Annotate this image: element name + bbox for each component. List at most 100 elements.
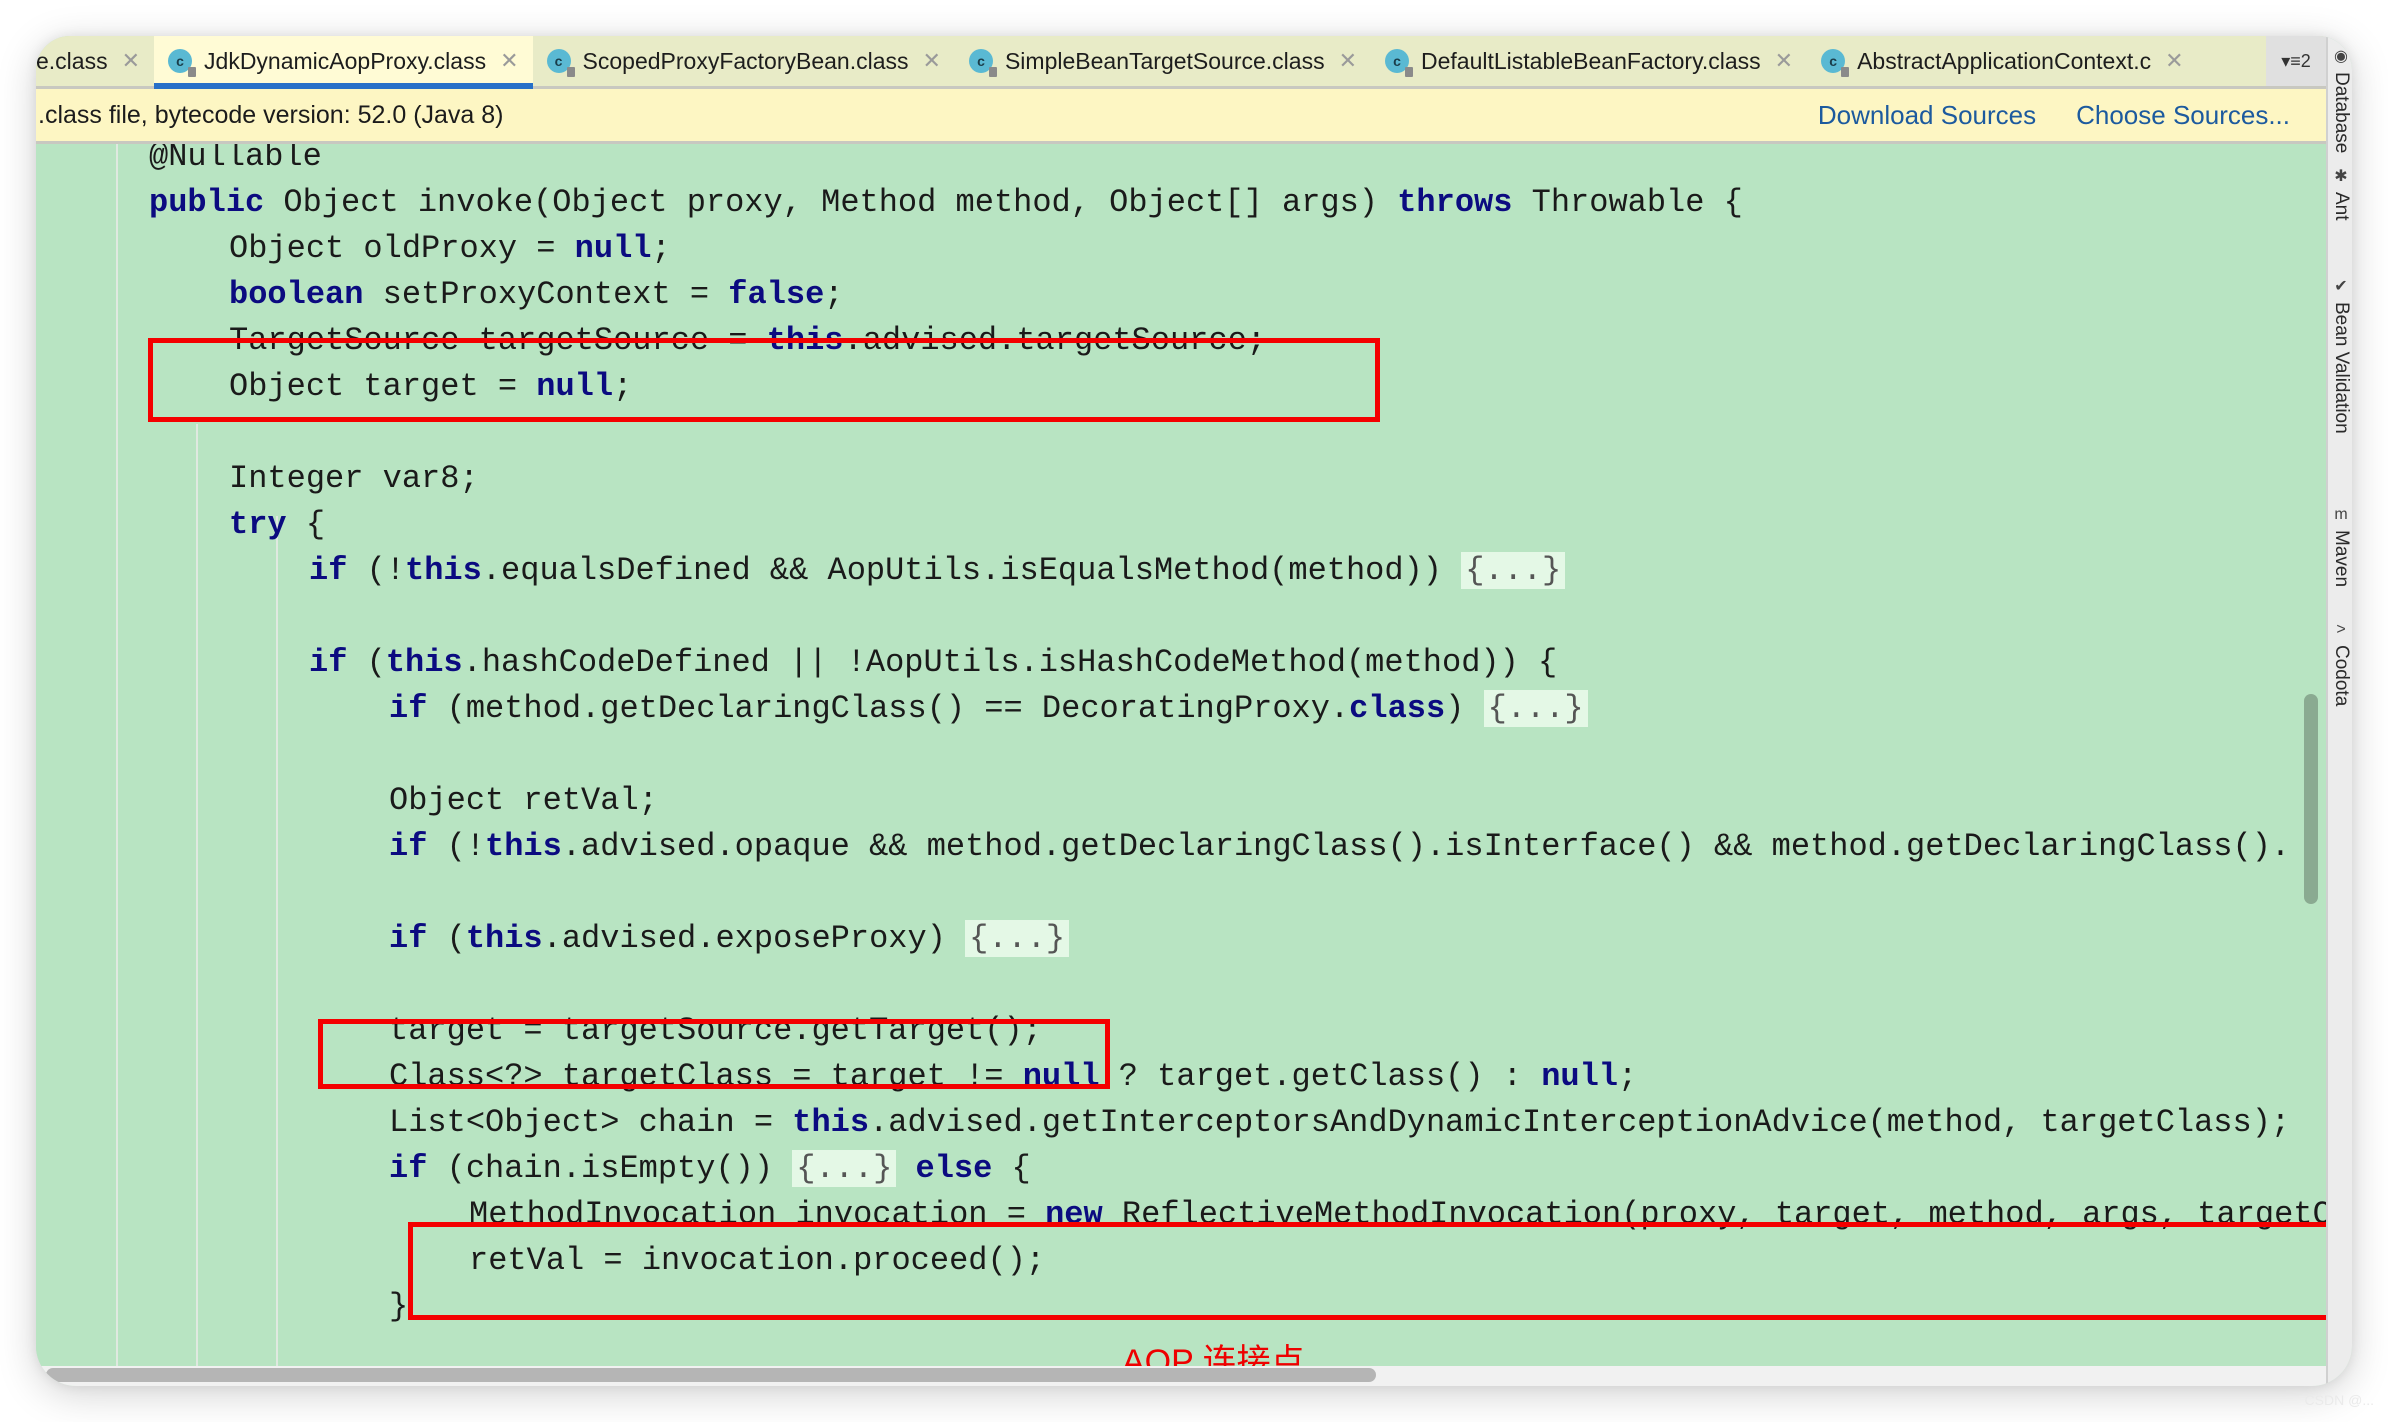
class-icon: c — [1821, 49, 1850, 77]
code-token: } — [389, 1288, 409, 1325]
class-icon: c — [968, 49, 997, 77]
close-icon[interactable]: ✕ — [122, 48, 140, 74]
choose-sources-link[interactable]: Choose Sources... — [2076, 100, 2290, 131]
code-line[interactable]: try { — [229, 502, 325, 548]
close-icon[interactable]: ✕ — [1339, 48, 1357, 74]
code-line[interactable]: public Object invoke(Object proxy, Metho… — [149, 180, 1743, 226]
tab-overflow-button[interactable]: ▾≡2 — [2266, 36, 2326, 86]
codota-icon: > — [2336, 621, 2346, 638]
code-token: ; — [651, 230, 671, 267]
tool-window-label: Maven — [2331, 530, 2352, 588]
code-token: .advised.opaque && method.getDeclaringCl… — [561, 828, 2291, 865]
code-token: (! — [427, 828, 486, 865]
editor-tab[interactable]: c AbstractApplicationContext.c ✕ — [1807, 36, 2197, 86]
horizontal-scrollbar-thumb[interactable] — [46, 1368, 1376, 1382]
code-editor[interactable]: @Nullable public Object invoke(Object pro… — [36, 144, 2326, 1366]
code-line[interactable]: Object retVal; — [389, 778, 658, 824]
right-tool-window-bar: ◉ Database ✱ Ant ✔ Bean Validation m Maven > Codo… — [2326, 36, 2352, 1386]
aop-joinpoint-caption: AOP 连接点 — [1122, 1343, 1305, 1366]
ant-icon: ✱ — [2334, 168, 2348, 185]
code-line[interactable]: if (method.getDeclaringClass() == Decora… — [389, 686, 1588, 732]
keyword-token: this — [385, 644, 463, 681]
code-line[interactable]: Object oldProxy = null; — [229, 226, 671, 272]
code-token: ) — [1445, 690, 1484, 727]
keyword-token: if — [389, 828, 428, 865]
maven-icon: m — [2334, 506, 2348, 523]
code-token: Integer var8; — [229, 460, 479, 497]
tool-window-label: Codota — [2331, 645, 2352, 707]
code-token: ( — [347, 644, 386, 681]
code-token: { — [286, 506, 326, 543]
tool-window-maven[interactable]: m Maven — [2328, 506, 2352, 587]
download-sources-link[interactable]: Download Sources — [1818, 100, 2036, 131]
code-line[interactable]: @Nullable — [149, 144, 322, 180]
keyword-token: boolean — [229, 276, 364, 313]
code-token: (chain.isEmpty()) — [427, 1150, 793, 1187]
vertical-scrollbar-thumb[interactable] — [2304, 694, 2318, 904]
tool-window-database[interactable]: ◉ Database — [2328, 46, 2352, 153]
code-line[interactable]: if (!this.advised.opaque && method.getDe… — [389, 824, 2290, 870]
code-line[interactable]: } — [389, 1284, 408, 1330]
editor-tab[interactable]: c JdkDynamicAopProxy.class ✕ — [154, 36, 533, 89]
code-token: @Nullable — [149, 144, 322, 175]
keyword-token: this — [792, 1104, 870, 1141]
editor-tab[interactable]: c DefaultListableBeanFactory.class ✕ — [1371, 36, 1807, 86]
code-token: Object oldProxy = — [229, 230, 575, 267]
code-token: List<Object> chain = — [389, 1104, 793, 1141]
code-line[interactable]: if (this.hashCodeDefined || !AopUtils.is… — [309, 640, 1557, 686]
folded-code-block[interactable]: {...} — [965, 920, 1070, 957]
code-token: Object retVal; — [389, 782, 658, 819]
tab-label: SimpleBeanTargetSource.class — [1004, 47, 1325, 74]
close-icon[interactable]: ✕ — [1775, 48, 1793, 74]
editor-tab-bar: e.class ✕ c JdkDynamicAopProxy.class ✕ c Scope… — [36, 36, 2326, 89]
folded-code-block[interactable]: {...} — [1483, 690, 1588, 727]
code-line[interactable]: List<Object> chain = this.advised.getInt… — [389, 1100, 2290, 1146]
code-line[interactable]: if (this.advised.exposeProxy) {...} — [389, 916, 1070, 962]
code-token: Object invoke(Object proxy, Method metho… — [264, 184, 1398, 221]
highlight-aop-joinpoint — [408, 1222, 2326, 1320]
keyword-token: if — [309, 552, 348, 589]
folded-code-block[interactable]: {...} — [1461, 552, 1566, 589]
code-line[interactable]: if (!this.equalsDefined && AopUtils.isEq… — [309, 548, 1566, 594]
tab-label: DefaultListableBeanFactory.class — [1421, 47, 1761, 74]
keyword-token: this — [485, 828, 562, 865]
keyword-token: false — [728, 276, 825, 313]
code-token: (! — [347, 552, 406, 589]
keyword-token: public — [149, 184, 265, 221]
close-icon[interactable]: ✕ — [2165, 48, 2183, 74]
tool-window-bean-validation[interactable]: ✔ Bean Validation — [2328, 276, 2352, 434]
close-icon[interactable]: ✕ — [923, 48, 941, 74]
code-token: setProxyContext = — [363, 276, 729, 313]
tab-label: JdkDynamicAopProxy.class — [204, 47, 487, 74]
editor-tab[interactable]: e.class ✕ — [36, 36, 154, 86]
keyword-token: throws — [1397, 184, 1513, 221]
editor-tab[interactable]: c ScopedProxyFactoryBean.class ✕ — [533, 36, 955, 86]
close-icon[interactable]: ✕ — [500, 48, 518, 74]
horizontal-scrollbar[interactable] — [36, 1366, 2326, 1386]
ide-window: e.class ✕ c JdkDynamicAopProxy.class ✕ c Scope… — [36, 36, 2352, 1386]
tool-window-codota[interactable]: > Codota — [2328, 621, 2352, 706]
tool-window-ant[interactable]: ✱ Ant — [2328, 166, 2352, 221]
editor-tab[interactable]: c SimpleBeanTargetSource.class ✕ — [955, 36, 1371, 86]
keyword-token: null — [574, 230, 652, 267]
keyword-token: class — [1349, 690, 1446, 727]
tab-label: ScopedProxyFactoryBean.class — [582, 47, 909, 74]
indent-guide — [116, 144, 118, 1366]
class-icon: c — [168, 49, 197, 77]
code-token: ; — [1618, 1058, 1638, 1095]
tool-window-label: Ant — [2331, 192, 2352, 221]
tool-window-label: Bean Validation — [2331, 302, 2352, 434]
folded-code-block[interactable]: {...} — [792, 1150, 897, 1187]
code-line[interactable]: if (chain.isEmpty()) {...} else { — [389, 1146, 1031, 1192]
keyword-token: if — [389, 920, 428, 957]
code-line[interactable]: boolean setProxyContext = false; — [229, 272, 844, 318]
keyword-token: this — [465, 920, 543, 957]
code-line[interactable]: Integer var8; — [229, 456, 479, 502]
indent-guide — [276, 516, 278, 1366]
code-token: ; — [824, 276, 844, 313]
class-icon: c — [1385, 49, 1414, 77]
keyword-token: if — [389, 1150, 428, 1187]
code-token: .hashCodeDefined || !AopUtils.isHashCode… — [462, 644, 1558, 681]
code-token: ( — [427, 920, 466, 957]
